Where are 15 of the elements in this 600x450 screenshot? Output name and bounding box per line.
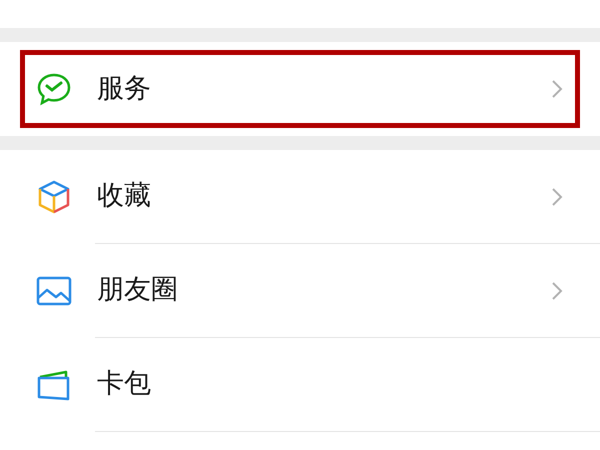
menu-item[interactable]: 服务 xyxy=(20,50,580,128)
menu-item[interactable]: 收藏 xyxy=(20,150,580,243)
menu-label: 收藏 xyxy=(97,179,151,214)
menu-item[interactable]: 卡包 xyxy=(20,338,580,431)
chevron-right-icon xyxy=(551,280,563,300)
wallet-icon xyxy=(36,368,72,400)
chevron-right-icon xyxy=(551,79,563,99)
image-icon xyxy=(36,276,72,306)
menu-label: 卡包 xyxy=(97,367,151,402)
menu-label: 服务 xyxy=(97,72,151,106)
menu-item[interactable]: 朋友圈 xyxy=(20,244,580,337)
menu-label: 朋友圈 xyxy=(97,273,178,308)
cube-icon xyxy=(37,178,71,214)
chat-check-icon xyxy=(36,72,72,106)
chevron-right-icon xyxy=(551,186,563,206)
